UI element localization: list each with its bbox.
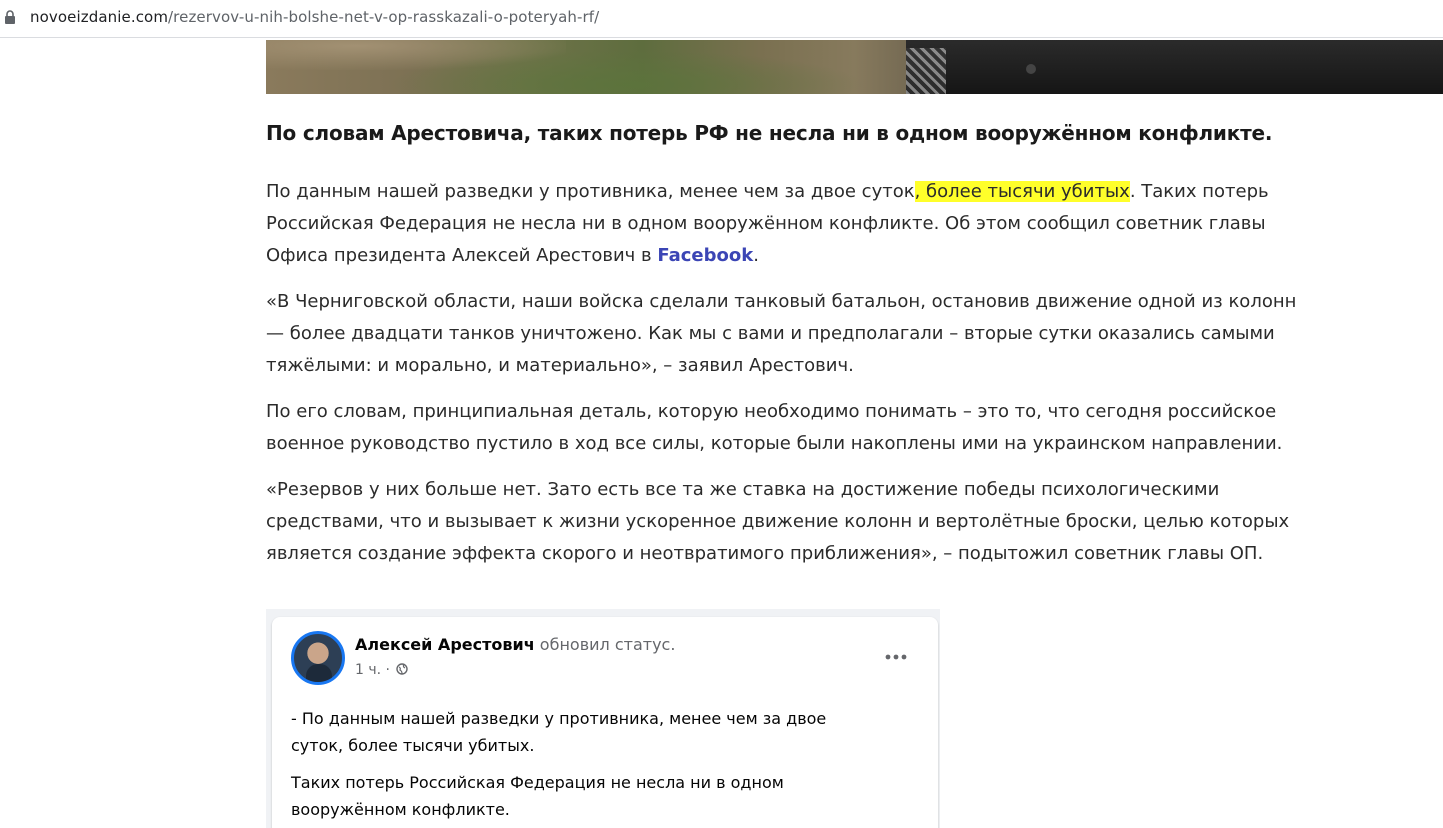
url-domain: novoeizdanie.com	[30, 8, 169, 26]
post-text-1: - По данным нашей разведки у противника,…	[291, 705, 826, 759]
post-header: Алексей Арестович обновил статус.	[355, 635, 675, 654]
post-text-2-line-2: вооружённом конфликте.	[291, 800, 510, 819]
paragraph-3-line-2: военное руководство пустило в ход все си…	[266, 433, 1283, 454]
p1-line3-text: Офиса президента Алексей Арестович в	[266, 245, 658, 266]
photo-button	[1026, 64, 1036, 74]
post-text-2-line-1: Таких потерь Российская Федерация не нес…	[291, 773, 784, 792]
url-text[interactable]: novoeizdanie.com/rezervov-u-nih-bolshe-n…	[30, 8, 599, 26]
globe-icon	[396, 663, 409, 675]
photo-figure	[906, 40, 1443, 94]
paragraph-1-line-1: По данным нашей разведки у противника, м…	[266, 176, 1443, 208]
paragraph-4-line-1: «Резервов у них больше нет. Зато есть вс…	[266, 479, 1220, 500]
post-text-1-line-2: суток, более тысячи убитых.	[291, 736, 535, 755]
paragraph-2-line-2: — более двадцати танков уничтожено. Как …	[266, 323, 1275, 344]
address-bar[interactable]: novoeizdanie.com/rezervov-u-nih-bolshe-n…	[0, 0, 1443, 38]
paragraph-1-line-2: Российская Федерация не несла ни в одном…	[266, 213, 1266, 234]
author-name[interactable]: Алексей Арестович	[355, 635, 535, 654]
post-text-2: Таких потерь Российская Федерация не нес…	[291, 769, 784, 823]
avatar[interactable]	[291, 631, 345, 685]
paragraph-4-line-2: средствами, что и вызывает к жизни ускор…	[266, 511, 1290, 532]
facebook-link[interactable]: Facebook	[657, 245, 753, 266]
highlighted-text: , более тысячи убитых	[914, 181, 1130, 202]
article-photo	[266, 40, 1443, 94]
paragraph-3-line-1: По его словам, принципиальная деталь, ко…	[266, 401, 1277, 422]
paragraph-3: По его словам, принципиальная деталь, ко…	[266, 396, 1443, 460]
paragraph-4-line-3: является создание эффекта скорого и неот…	[266, 543, 1264, 564]
lock-icon	[5, 10, 15, 24]
paragraph-1-line-3: Офиса президента Алексей Арестович в Fac…	[266, 240, 1443, 272]
article-lead: По словам Арестовича, таких потерь РФ не…	[266, 121, 1273, 145]
more-options-icon[interactable]	[882, 651, 910, 663]
p1-line3-end: .	[753, 245, 759, 266]
paragraph-2-line-1: «В Черниговской области, наши войска сде…	[266, 291, 1297, 312]
photo-grass	[386, 50, 866, 94]
p1-text-after-highlight: . Таких потерь	[1129, 181, 1269, 202]
avatar-figure	[306, 664, 332, 682]
photo-figure-detail	[906, 48, 946, 94]
paragraph-4: «Резервов у них больше нет. Зато есть вс…	[266, 474, 1443, 570]
post-meta: 1 ч. ·	[355, 662, 409, 678]
paragraph-2: «В Черниговской области, наши войска сде…	[266, 286, 1443, 382]
author-action: обновил статус.	[539, 635, 676, 654]
facebook-embed[interactable]: Алексей Арестович обновил статус. 1 ч. ·…	[266, 609, 940, 828]
paragraph-2-line-3: тяжёлыми: и морально, и материально», – …	[266, 355, 854, 376]
facebook-post-card: Алексей Арестович обновил статус. 1 ч. ·…	[272, 617, 938, 828]
post-time[interactable]: 1 ч. ·	[355, 662, 390, 678]
paragraph-1: По данным нашей разведки у противника, м…	[266, 176, 1443, 272]
url-path: /rezervov-u-nih-bolshe-net-v-op-rasskaza…	[168, 8, 600, 26]
post-text-1-line-1: - По данным нашей разведки у противника,…	[291, 709, 827, 728]
p1-text-before-highlight: По данным нашей разведки у противника, м…	[266, 181, 915, 202]
